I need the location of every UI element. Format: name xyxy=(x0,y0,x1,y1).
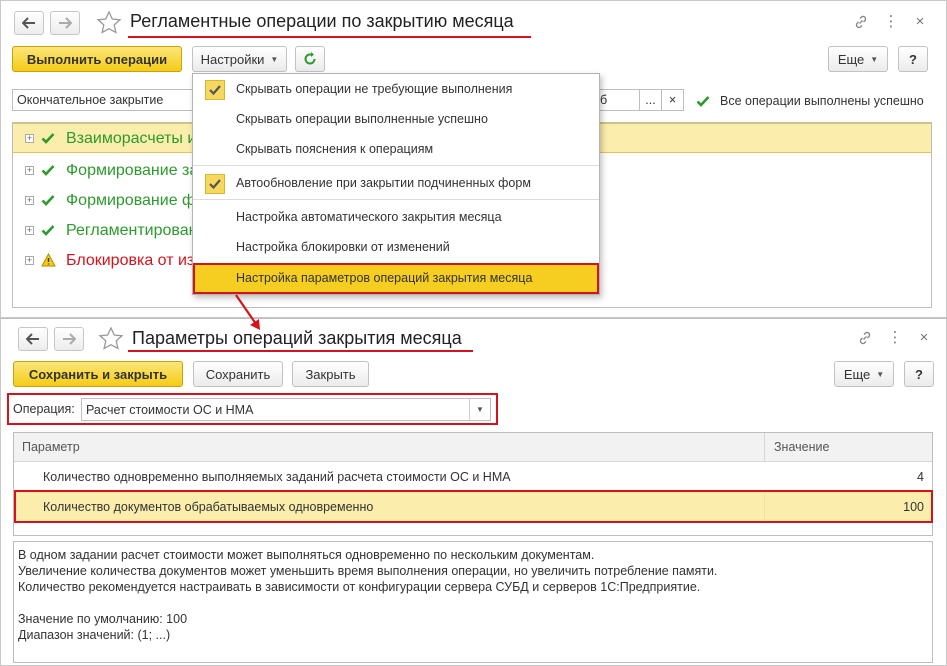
tree-row-label: Регламентирован xyxy=(66,222,198,239)
highlight-frame xyxy=(14,490,933,523)
menu-item-label: Скрывать операции выполненные успешно xyxy=(236,112,488,126)
refresh-icon xyxy=(304,52,316,65)
run-operations-button[interactable]: Выполнить операции xyxy=(12,46,182,72)
menu-item-label: Автообновление при закрытии подчиненных … xyxy=(236,176,531,190)
back-button[interactable] xyxy=(18,327,48,351)
expand-icon[interactable]: + xyxy=(25,134,34,143)
arrow-left-icon xyxy=(22,17,35,29)
link-icon[interactable] xyxy=(856,330,874,350)
check-icon xyxy=(41,165,55,176)
menu-item-label: Настройка автоматического закрытия месяц… xyxy=(236,210,502,224)
more-label: Еще xyxy=(843,366,871,382)
param-value[interactable]: 4 xyxy=(917,470,924,484)
tree-row-label: Взаиморасчеты и xyxy=(66,130,197,147)
description-panel: В одном задании расчет стоимости может в… xyxy=(13,541,933,663)
arrow-right-icon xyxy=(63,333,76,345)
menu-separator xyxy=(193,199,599,200)
tree-row-label: Блокировка от из xyxy=(66,252,195,269)
title-underline xyxy=(128,350,473,352)
forward-button[interactable] xyxy=(54,327,84,351)
column-header-param: Параметр xyxy=(22,440,80,454)
period-field[interactable]: б xyxy=(595,89,640,111)
forward-button[interactable] xyxy=(50,11,80,35)
check-icon xyxy=(696,96,710,107)
menu-check-box xyxy=(205,174,225,194)
annotation-arrow-icon xyxy=(235,294,260,330)
check-icon xyxy=(41,133,55,144)
more-button[interactable]: Еще ▼ xyxy=(834,361,894,387)
description-line: Количество рекомендуется настраивать в з… xyxy=(18,580,701,594)
settings-label: Настройки xyxy=(200,51,265,67)
closing-mode-field[interactable]: Окончательное закрытие xyxy=(12,89,202,111)
menu-item-label: Скрывать пояснения к операциям xyxy=(236,142,434,156)
column-divider xyxy=(764,433,765,462)
description-line: Значение по умолчанию: 100 xyxy=(18,612,188,626)
more-vertical-icon[interactable]: ⋮ xyxy=(882,14,900,30)
check-icon xyxy=(41,225,55,236)
highlight-frame xyxy=(193,263,599,294)
check-icon xyxy=(209,179,221,190)
status-text: Все операции выполнены успешно xyxy=(720,94,924,108)
description-line: Диапазон значений: (1; ...) xyxy=(18,628,171,642)
close-button[interactable]: Закрыть xyxy=(292,361,369,387)
help-button[interactable]: ? xyxy=(904,361,934,387)
description-line: В одном задании расчет стоимости может в… xyxy=(18,548,595,562)
table-header: Параметр Значение xyxy=(14,433,932,462)
description-line xyxy=(18,595,928,611)
menu-item-label: Скрывать операции не требующие выполнени… xyxy=(236,82,513,96)
title-underline xyxy=(128,36,531,38)
param-name: Количество одновременно выполняемых зада… xyxy=(43,470,511,484)
page-title: Регламентные операции по закрытию месяца xyxy=(130,11,514,31)
expand-icon[interactable]: + xyxy=(25,256,34,265)
clear-button[interactable]: × xyxy=(661,89,684,111)
chevron-down-icon: ▼ xyxy=(270,54,279,64)
chevron-down-icon: ▼ xyxy=(870,54,879,64)
menu-separator xyxy=(193,165,599,166)
menu-item-hide-notes[interactable]: Скрывать пояснения к операциям xyxy=(193,134,599,164)
star-icon[interactable] xyxy=(96,10,122,36)
menu-item-lock-settings[interactable]: Настройка блокировки от изменений xyxy=(193,232,599,262)
settings-dropdown-menu: Скрывать операции не требующие выполнени… xyxy=(192,73,600,295)
operation-params-window: Параметры операций закрытия месяца ⋮ × С… xyxy=(0,318,947,666)
browse-button[interactable]: ... xyxy=(639,89,662,111)
column-header-value: Значение xyxy=(774,440,830,454)
menu-check-box xyxy=(205,80,225,100)
close-icon[interactable]: × xyxy=(911,14,929,30)
refresh-button[interactable] xyxy=(295,46,325,72)
back-button[interactable] xyxy=(14,11,44,35)
menu-item-label: Настройка блокировки от изменений xyxy=(236,240,450,254)
more-button[interactable]: Еще ▼ xyxy=(828,46,888,72)
chevron-down-icon: ▼ xyxy=(876,369,885,379)
arrow-left-icon xyxy=(26,333,39,345)
check-icon xyxy=(209,85,221,96)
page-title: Параметры операций закрытия месяца xyxy=(132,328,462,348)
arrow-right-icon xyxy=(59,17,72,29)
expand-icon[interactable]: + xyxy=(25,226,34,235)
warning-icon xyxy=(41,253,56,267)
tree-row-label: Формирование ф xyxy=(66,192,196,209)
highlight-frame xyxy=(7,393,498,425)
table-row[interactable]: Количество одновременно выполняемых зада… xyxy=(14,463,932,492)
closing-operations-window: Регламентные операции по закрытию месяца… xyxy=(0,0,947,318)
tree-row-label: Формирование за xyxy=(66,162,199,179)
settings-menu-button[interactable]: Настройки ▼ xyxy=(192,46,287,72)
help-button[interactable]: ? xyxy=(898,46,928,72)
more-label: Еще xyxy=(837,51,865,67)
description-line: Увеличение количества документов может у… xyxy=(18,564,718,578)
expand-icon[interactable]: + xyxy=(25,166,34,175)
menu-item-auto-refresh[interactable]: Автообновление при закрытии подчиненных … xyxy=(193,168,599,198)
close-icon[interactable]: × xyxy=(915,330,933,346)
menu-item-hide-successful[interactable]: Скрывать операции выполненные успешно xyxy=(193,104,599,134)
menu-item-hide-not-required[interactable]: Скрывать операции не требующие выполнени… xyxy=(193,74,599,104)
menu-item-auto-close-settings[interactable]: Настройка автоматического закрытия месяц… xyxy=(193,202,599,232)
expand-icon[interactable]: + xyxy=(25,196,34,205)
save-button[interactable]: Сохранить xyxy=(193,361,283,387)
link-icon[interactable] xyxy=(852,14,870,34)
check-icon xyxy=(41,195,55,206)
more-vertical-icon[interactable]: ⋮ xyxy=(886,330,904,346)
save-and-close-button[interactable]: Сохранить и закрыть xyxy=(13,361,183,387)
star-icon[interactable] xyxy=(98,326,124,352)
